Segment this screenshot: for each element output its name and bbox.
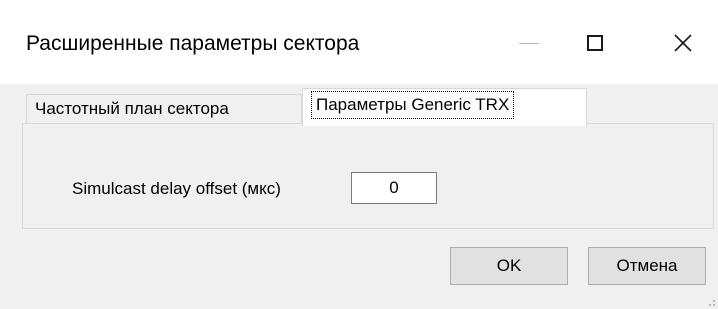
tab-generic-trx[interactable]: Параметры Generic TRX [302, 88, 587, 126]
tab-label: Параметры Generic TRX [311, 91, 515, 119]
minimize-button[interactable] [496, 14, 562, 72]
minimize-icon [519, 42, 539, 44]
delay-offset-label: Simulcast delay offset (мкс) [72, 179, 281, 198]
tab-panel: Simulcast delay offset (мкс) [22, 123, 714, 229]
close-button[interactable] [650, 14, 716, 72]
delay-offset-input[interactable] [351, 172, 437, 204]
tab-frequency-plan[interactable]: Частотный план сектора [26, 94, 302, 124]
maximize-icon [587, 35, 603, 51]
close-icon [674, 34, 692, 52]
window-title: Расширенные параметры сектора [26, 32, 360, 55]
tab-label: Частотный план сектора [35, 99, 229, 118]
cancel-button[interactable]: Отмена [588, 247, 706, 285]
ok-button[interactable]: OK [450, 247, 568, 285]
maximize-button[interactable] [562, 14, 628, 72]
resize-grip-icon[interactable] [704, 295, 716, 307]
title-bar: Расширенные параметры сектора [0, 0, 718, 84]
dialog-window: Расширенные параметры сектора Частотный … [0, 0, 718, 309]
